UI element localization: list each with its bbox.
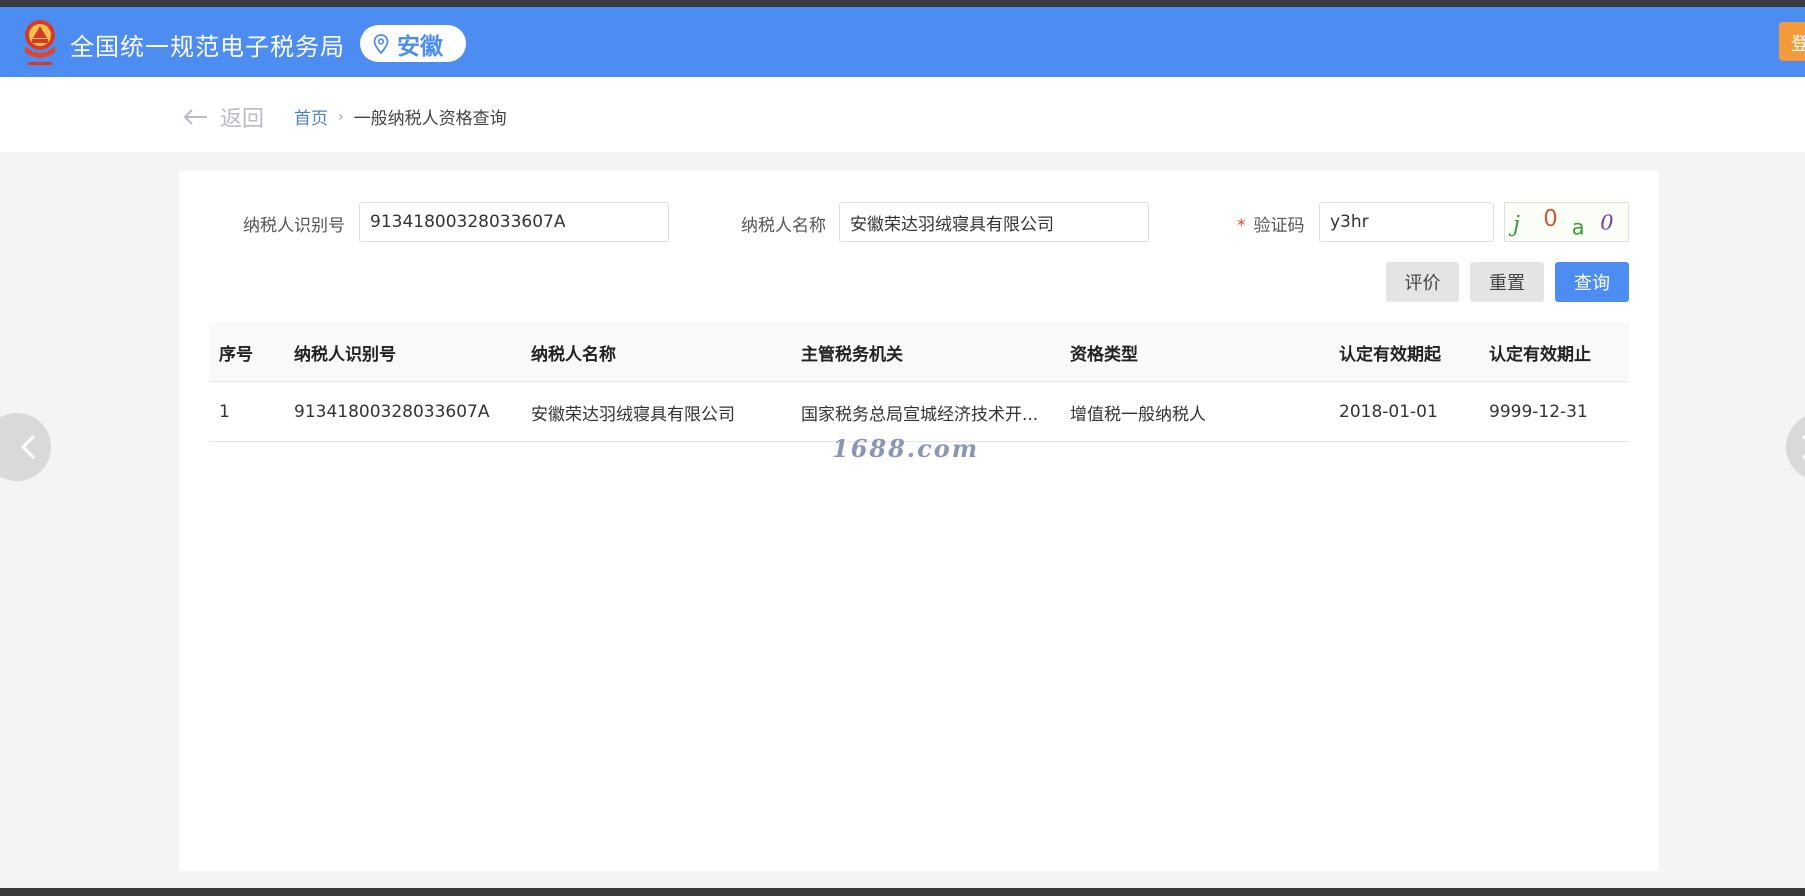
region-selector[interactable]: 安徽: [360, 25, 466, 62]
col-header-valid-from: 认定有效期起: [1339, 344, 1441, 365]
cell-qualification-type: 增值税一般纳税人: [1070, 404, 1206, 425]
window-top-edge: [0, 0, 1805, 7]
chevron-right-icon: ›: [338, 108, 344, 125]
col-header-taxpayer-id: 纳税人识别号: [294, 344, 396, 365]
location-pin-icon: [373, 33, 389, 54]
required-mark: *: [1237, 216, 1246, 236]
window-bottom-edge: [0, 888, 1805, 896]
breadcrumb-current: 一般纳税人资格查询: [353, 109, 507, 129]
prev-page-button[interactable]: [0, 413, 51, 481]
tax-emblem-icon: [25, 20, 55, 65]
captcha-char-2: 0: [1543, 206, 1558, 232]
back-button[interactable]: 返回: [182, 101, 264, 133]
query-panel: 纳税人识别号 91341800328033607A 纳税人名称 安徽荣达羽绒寝具…: [179, 171, 1659, 871]
reset-button[interactable]: 重置: [1470, 262, 1544, 302]
chevron-left-icon: [20, 434, 36, 460]
breadcrumb-home-link[interactable]: 首页: [294, 104, 328, 129]
captcha-input[interactable]: y3hr: [1319, 202, 1494, 242]
cell-valid-to: 9999-12-31: [1489, 402, 1588, 422]
table-header: 序号 纳税人识别号 纳税人名称 主管税务机关 资格类型 认定有效期起 认定有效期…: [209, 322, 1629, 382]
back-label: 返回: [220, 107, 265, 132]
chevron-right-icon: [1801, 434, 1805, 460]
query-button[interactable]: 查询: [1555, 262, 1629, 302]
col-header-valid-to: 认定有效期止: [1489, 344, 1591, 365]
watermark: 1688.com: [832, 434, 980, 463]
cell-index: 1: [219, 402, 230, 422]
breadcrumb-bar: 返回 首页 › 一般纳税人资格查询: [0, 77, 1805, 152]
cell-tax-authority: 国家税务总局宣城经济技术开...: [801, 404, 1039, 425]
col-header-tax-authority: 主管税务机关: [801, 344, 903, 365]
taxpayer-id-label: 纳税人识别号: [243, 216, 345, 236]
captcha-char-3: a: [1572, 215, 1585, 239]
col-header-qualification-type: 资格类型: [1070, 344, 1138, 365]
evaluate-button[interactable]: 评价: [1386, 262, 1459, 302]
taxpayer-id-input[interactable]: 91341800328033607A: [359, 202, 669, 242]
col-header-taxpayer-name: 纳税人名称: [531, 344, 616, 365]
site-header: 全国统一规范电子税务局 安徽 登: [0, 7, 1805, 77]
cell-taxpayer-id: 91341800328033607A: [294, 402, 490, 422]
captcha-char-4: 0: [1600, 211, 1613, 235]
site-title: 全国统一规范电子税务局: [70, 33, 345, 61]
arrow-left-icon: [183, 109, 207, 125]
results-table: 序号 纳税人识别号 纳税人名称 主管税务机关 资格类型 认定有效期起 认定有效期…: [209, 322, 1629, 442]
next-page-button[interactable]: [1786, 413, 1805, 481]
cell-valid-from: 2018-01-01: [1339, 402, 1438, 422]
breadcrumb: 首页 › 一般纳税人资格查询: [294, 104, 507, 130]
captcha-label-text: 验证码: [1253, 216, 1305, 236]
cell-taxpayer-name: 安徽荣达羽绒寝具有限公司: [531, 404, 735, 425]
col-header-index: 序号: [219, 344, 253, 365]
captcha-label: * 验证码: [1237, 211, 1305, 236]
query-form: 纳税人识别号 91341800328033607A 纳税人名称 安徽荣达羽绒寝具…: [179, 202, 1659, 242]
login-button[interactable]: 登: [1779, 22, 1805, 61]
taxpayer-name-input[interactable]: 安徽荣达羽绒寝具有限公司: [839, 202, 1149, 242]
taxpayer-name-label: 纳税人名称: [741, 216, 826, 236]
captcha-char-1: j: [1508, 212, 1520, 238]
region-label: 安徽: [397, 33, 443, 60]
table-row[interactable]: 1 91341800328033607A 安徽荣达羽绒寝具有限公司 国家税务总局…: [209, 382, 1629, 442]
captcha-image[interactable]: j 0 a 0: [1504, 202, 1629, 242]
